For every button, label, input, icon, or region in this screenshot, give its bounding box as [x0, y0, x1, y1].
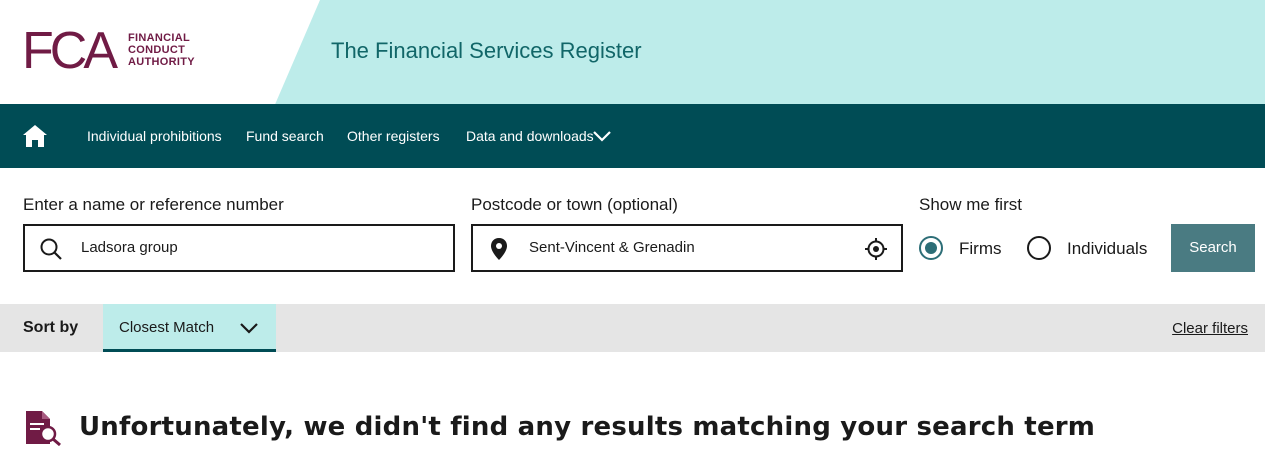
location-field-label: Postcode or town (optional) — [471, 195, 678, 214]
site-title[interactable]: The Financial Services Register — [331, 38, 642, 64]
search-icon — [40, 238, 62, 260]
nav-item-data-and-downloads[interactable]: Data and downloads — [466, 128, 594, 144]
main-nav: Individual prohibitions Fund search Othe… — [0, 104, 1265, 168]
location-input[interactable]: Sent-Vincent & Grenadin — [471, 224, 903, 272]
chevron-down-icon[interactable] — [591, 126, 613, 148]
no-results-message: Unfortunately, we didn't find any result… — [79, 412, 1096, 442]
sort-bar: Sort by Closest Match Clear filters — [0, 304, 1265, 352]
nav-item-fund-search[interactable]: Fund search — [246, 128, 324, 144]
radio-firms[interactable] — [919, 236, 943, 260]
site-header: FCA FINANCIAL CONDUCT AUTHORITY The Fina… — [0, 0, 1265, 104]
radio-individuals-label[interactable]: Individuals — [1067, 239, 1147, 259]
fca-logo-mark: FCA — [22, 22, 122, 78]
sort-by-label: Sort by — [23, 319, 79, 336]
search-input[interactable]: Ladsora group — [23, 224, 455, 272]
document-search-icon — [26, 411, 61, 446]
nav-item-individual-prohibitions[interactable]: Individual prohibitions — [87, 128, 222, 144]
clear-filters-link[interactable]: Clear filters — [1172, 320, 1248, 337]
show-me-first-label: Show me first — [919, 195, 1022, 214]
sort-select-value: Closest Match — [119, 319, 215, 336]
search-input-value: Ladsora group — [81, 239, 178, 256]
logo-line-2: CONDUCT — [128, 44, 186, 56]
radio-individuals[interactable] — [1027, 236, 1051, 260]
logo-line-3: AUTHORITY — [128, 56, 195, 68]
fca-logo-text: FINANCIAL CONDUCT AUTHORITY — [128, 32, 195, 68]
locate-me-icon[interactable] — [864, 237, 888, 261]
logo-line-1: FINANCIAL — [128, 32, 190, 44]
sort-select[interactable]: Closest Match — [103, 304, 276, 352]
search-button[interactable]: Search — [1171, 224, 1255, 272]
radio-firms-label[interactable]: Firms — [959, 239, 1001, 259]
fca-logo[interactable]: FCA FINANCIAL CONDUCT AUTHORITY — [22, 20, 222, 80]
map-pin-icon — [491, 238, 507, 260]
location-input-value: Sent-Vincent & Grenadin — [529, 239, 695, 256]
name-field-label: Enter a name or reference number — [23, 195, 284, 214]
nav-item-other-registers[interactable]: Other registers — [347, 128, 440, 144]
fca-logo-letters: FCA — [22, 22, 118, 78]
chevron-down-icon — [240, 323, 258, 334]
home-icon[interactable] — [22, 124, 48, 148]
